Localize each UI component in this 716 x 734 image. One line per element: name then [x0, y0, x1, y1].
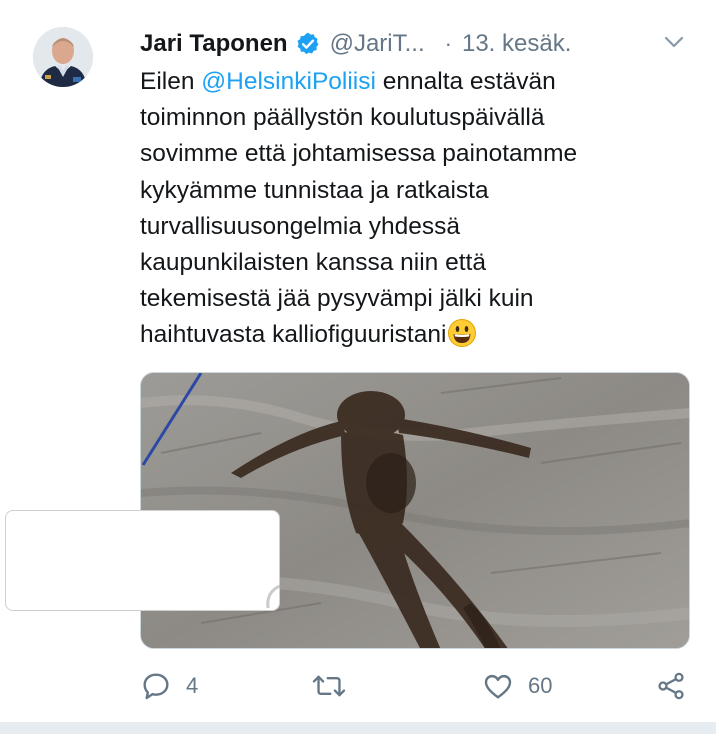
- overlay-corner: [262, 580, 284, 610]
- tweet-card[interactable]: Jari Taponen @JariT... · 13. kesäk. Eile…: [0, 0, 716, 722]
- chevron-down-icon[interactable]: [662, 30, 686, 54]
- tweet-text-line: sovimme että johtamisessa painotamme: [140, 140, 578, 168]
- tweet-text: Eilen @HelsinkiPoliisi ennalta estävän t…: [140, 64, 670, 354]
- separator-dot: ·: [444, 31, 452, 56]
- like-icon: [482, 670, 514, 702]
- retweet-icon: [312, 670, 346, 702]
- tweet-text-line: Eilen @HelsinkiPoliisi ennalta estävän: [140, 64, 670, 100]
- reply-button[interactable]: 4: [140, 668, 198, 704]
- tweet-text-prefix: Eilen: [140, 68, 202, 95]
- avatar[interactable]: [33, 27, 93, 87]
- timeline-divider: [0, 722, 716, 734]
- mention-link[interactable]: @HelsinkiPoliisi: [201, 68, 376, 95]
- retweet-button[interactable]: [312, 668, 360, 704]
- tweet-text-line: toiminnon päällystön koulutuspäivällä: [140, 104, 545, 132]
- like-button[interactable]: 60: [482, 668, 552, 704]
- grinning-face-emoji: [447, 318, 477, 348]
- tweet-text-line: kaupunkilaisten kanssa niin että: [140, 249, 486, 277]
- tweet-text-last: haihtuvasta kalliofiguuristani: [140, 321, 447, 349]
- author-handle[interactable]: @JariT...: [330, 30, 425, 58]
- tweet-text-line: turvallisuusongelmia yhdessä: [140, 212, 461, 240]
- overlay-panel: [5, 510, 280, 611]
- tweet-text-line: kykyämme tunnistaa ja ratkaista: [140, 176, 489, 204]
- share-button[interactable]: [654, 668, 688, 704]
- tweet-actions: 4 60: [140, 668, 700, 708]
- tweet-text-line: tekemisestä jää pysyvämpi jälki kuin: [140, 285, 534, 313]
- reply-count: 4: [186, 673, 199, 698]
- author-name[interactable]: Jari Taponen: [140, 30, 288, 58]
- tweet-header: Jari Taponen @JariT... · 13. kesäk.: [140, 24, 690, 64]
- reply-icon: [140, 670, 172, 702]
- tweet-text-suffix: ennalta estävän: [375, 68, 556, 95]
- share-icon: [654, 670, 688, 702]
- like-count: 60: [528, 673, 553, 698]
- verified-badge-icon: [295, 31, 321, 57]
- tweet-date[interactable]: 13. kesäk.: [462, 30, 571, 58]
- tweet-text-line: haihtuvasta kalliofiguuristani: [140, 317, 670, 353]
